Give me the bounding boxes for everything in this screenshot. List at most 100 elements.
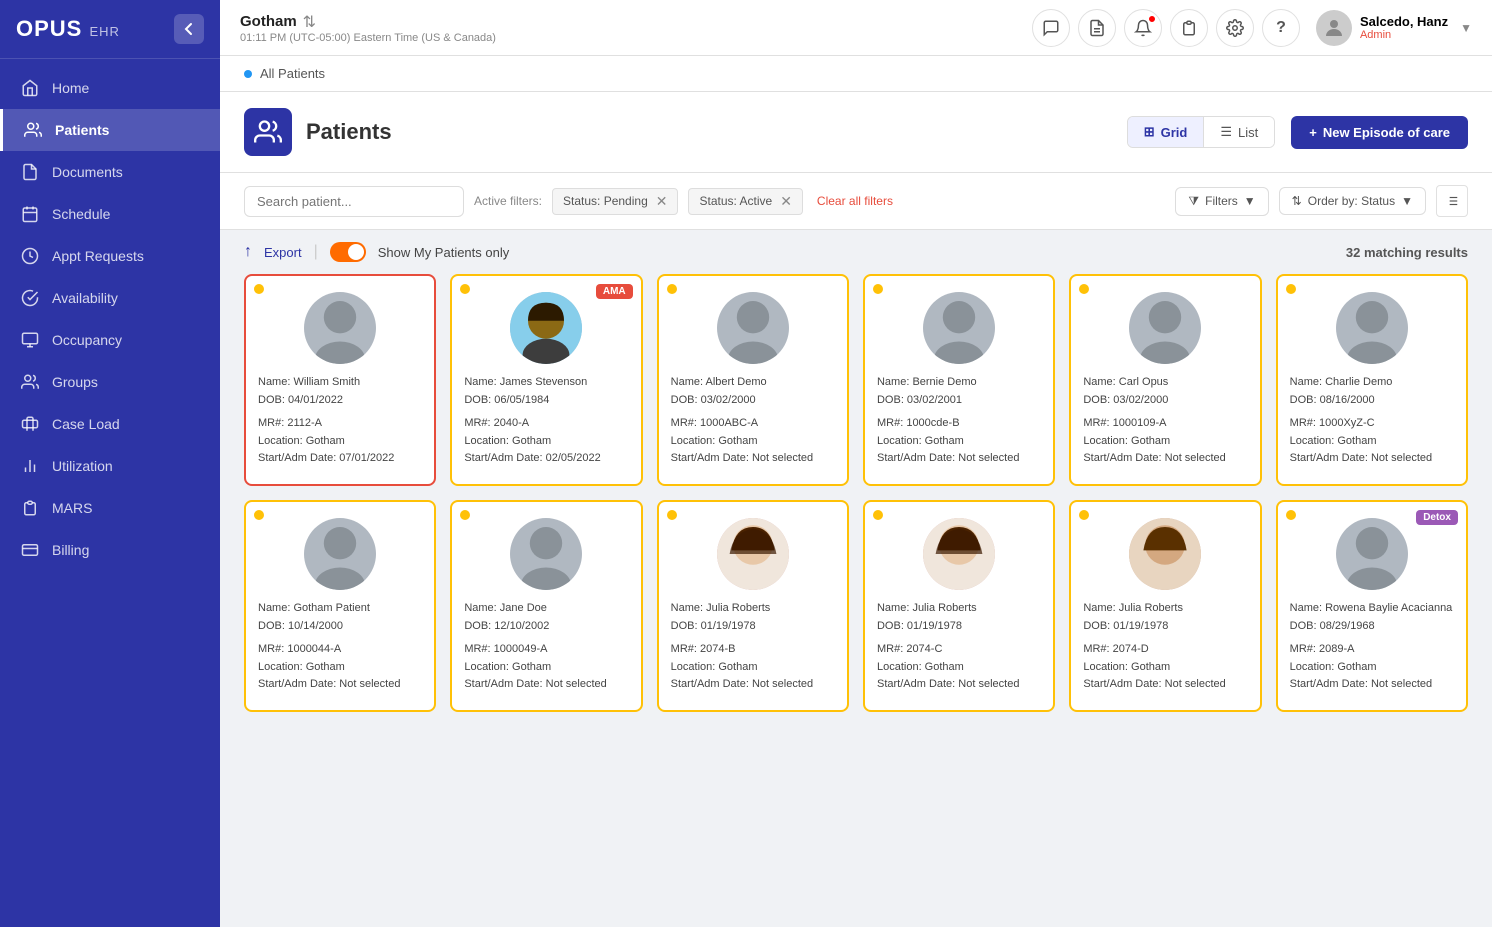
card-status-dot	[667, 510, 677, 520]
sidebar-item-utilization[interactable]: Utilization	[0, 445, 220, 487]
sidebar-item-availability[interactable]: Availability	[0, 277, 220, 319]
filters-button[interactable]: ⧩ Filters ▼	[1175, 187, 1268, 216]
sidebar-item-home[interactable]: Home	[0, 67, 220, 109]
patient-avatar	[510, 518, 582, 590]
settings-button[interactable]	[1216, 9, 1254, 47]
order-label: Order by: Status	[1308, 194, 1395, 208]
location-dropdown-icon[interactable]: ⇅	[303, 12, 316, 32]
notes-button[interactable]	[1078, 9, 1116, 47]
show-my-patients-toggle[interactable]	[330, 242, 366, 262]
patient-avatar	[1336, 292, 1408, 364]
patient-dob: DOB: 06/05/1984	[464, 392, 628, 410]
location-info: Gotham ⇅ 01:11 PM (UTC-05:00) Eastern Ti…	[240, 12, 1032, 44]
sort-button[interactable]	[1436, 185, 1468, 217]
sidebar-item-patients[interactable]: Patients	[0, 109, 220, 151]
patient-info: Name: Albert Demo DOB: 03/02/2000 MR#: 1…	[671, 374, 835, 468]
filter-tag-pending-close[interactable]: ✕	[656, 193, 668, 210]
card-status-dot	[1079, 510, 1089, 520]
patient-avatar	[1129, 292, 1201, 364]
notifications-button[interactable]	[1124, 9, 1162, 47]
export-link[interactable]: Export	[264, 245, 302, 260]
patient-dob: DOB: 03/02/2000	[1083, 392, 1247, 410]
clear-all-filters[interactable]: Clear all filters	[817, 194, 893, 208]
patient-info: Name: Carl Opus DOB: 03/02/2000 MR#: 100…	[1083, 374, 1247, 468]
patients-header: Patients ⊞ Grid ☰ List + New Episode of …	[220, 92, 1492, 173]
avatar	[1316, 10, 1352, 46]
patient-location: Location: Gotham	[877, 433, 1041, 451]
patient-card[interactable]: Name: Gotham Patient DOB: 10/14/2000 MR#…	[244, 500, 436, 712]
patient-dob: DOB: 01/19/1978	[671, 618, 835, 636]
export-bar: ↑ Export | Show My Patients only 32 matc…	[220, 230, 1492, 274]
filters-chevron-icon: ▼	[1244, 194, 1256, 208]
user-details: Salcedo, Hanz Admin	[1360, 14, 1448, 41]
user-menu[interactable]: Salcedo, Hanz Admin ▼	[1316, 10, 1472, 46]
patient-name: Name: Carl Opus	[1083, 374, 1247, 392]
sidebar-item-billing[interactable]: Billing	[0, 529, 220, 571]
patient-info: Name: Julia Roberts DOB: 01/19/1978 MR#:…	[1083, 600, 1247, 694]
chat-button[interactable]	[1032, 9, 1070, 47]
show-my-patients-label: Show My Patients only	[378, 245, 510, 260]
order-icon: ⇅	[1292, 194, 1302, 208]
patient-name: Name: Albert Demo	[671, 374, 835, 392]
sidebar-item-groups-label: Groups	[52, 374, 98, 390]
patient-card[interactable]: Name: Julia Roberts DOB: 01/19/1978 MR#:…	[657, 500, 849, 712]
main-content: Gotham ⇅ 01:11 PM (UTC-05:00) Eastern Ti…	[220, 0, 1492, 927]
sidebar-item-documents[interactable]: Documents	[0, 151, 220, 193]
patient-name: Name: Jane Doe	[464, 600, 628, 618]
patient-name: Name: Rowena Baylie Acacianna	[1290, 600, 1454, 618]
clipboard-button[interactable]	[1170, 9, 1208, 47]
patient-info: Name: William Smith DOB: 04/01/2022 MR#:…	[258, 374, 422, 468]
patient-card[interactable]: AMA Name: James Stevenson DOB: 06/05/198…	[450, 274, 642, 486]
patient-card[interactable]: Name: Carl Opus DOB: 03/02/2000 MR#: 100…	[1069, 274, 1261, 486]
breadcrumb-bar: All Patients	[220, 56, 1492, 92]
patient-card[interactable]: Detox Name: Rowena Baylie Acacianna DOB:…	[1276, 500, 1468, 712]
patient-avatar	[510, 292, 582, 364]
card-status-dot	[460, 510, 470, 520]
logo: OPUS EHR	[16, 16, 120, 42]
sidebar-item-occupancy[interactable]: Occupancy	[0, 319, 220, 361]
patient-dob: DOB: 12/10/2002	[464, 618, 628, 636]
sidebar-item-case-load-label: Case Load	[52, 416, 120, 432]
patient-avatar	[304, 518, 376, 590]
sidebar-item-case-load[interactable]: Case Load	[0, 403, 220, 445]
patient-start-date: Start/Adm Date: Not selected	[1290, 676, 1454, 694]
patient-card[interactable]: Name: Julia Roberts DOB: 01/19/1978 MR#:…	[1069, 500, 1261, 712]
patient-info: Name: Julia Roberts DOB: 01/19/1978 MR#:…	[671, 600, 835, 694]
order-button[interactable]: ⇅ Order by: Status ▼	[1279, 187, 1426, 215]
sidebar-item-appt-requests[interactable]: Appt Requests	[0, 235, 220, 277]
help-button[interactable]: ?	[1262, 9, 1300, 47]
results-count: 32 matching results	[1346, 245, 1468, 260]
patient-location: Location: Gotham	[258, 433, 422, 451]
grid-view-button[interactable]: ⊞ Grid	[1128, 117, 1204, 147]
sidebar-item-schedule[interactable]: Schedule	[0, 193, 220, 235]
filter-icon: ⧩	[1188, 194, 1199, 209]
breadcrumb: All Patients	[260, 66, 325, 81]
filter-tag-active-close[interactable]: ✕	[780, 193, 792, 210]
patient-dob: DOB: 03/02/2001	[877, 392, 1041, 410]
card-status-dot	[254, 284, 264, 294]
patient-avatar	[923, 518, 995, 590]
patient-mr: MR#: 2074-B	[671, 641, 835, 659]
new-episode-button[interactable]: + New Episode of care	[1291, 116, 1468, 149]
patient-card[interactable]: Name: Albert Demo DOB: 03/02/2000 MR#: 1…	[657, 274, 849, 486]
search-input[interactable]	[244, 186, 464, 217]
patient-dob: DOB: 03/02/2000	[671, 392, 835, 410]
sidebar-item-mars[interactable]: MARS	[0, 487, 220, 529]
patient-card[interactable]: Name: Charlie Demo DOB: 08/16/2000 MR#: …	[1276, 274, 1468, 486]
patient-start-date: Start/Adm Date: Not selected	[1290, 450, 1454, 468]
patient-card[interactable]: Name: Bernie Demo DOB: 03/02/2001 MR#: 1…	[863, 274, 1055, 486]
home-icon	[20, 78, 40, 98]
list-view-button[interactable]: ☰ List	[1204, 117, 1274, 147]
patient-start-date: Start/Adm Date: Not selected	[1083, 450, 1247, 468]
patients-icon	[23, 120, 43, 140]
patient-card[interactable]: Name: William Smith DOB: 04/01/2022 MR#:…	[244, 274, 436, 486]
back-button[interactable]	[174, 14, 204, 44]
sidebar-item-groups[interactable]: Groups	[0, 361, 220, 403]
patient-card[interactable]: Name: Jane Doe DOB: 12/10/2002 MR#: 1000…	[450, 500, 642, 712]
patient-card[interactable]: Name: Julia Roberts DOB: 01/19/1978 MR#:…	[863, 500, 1055, 712]
patient-mr: MR#: 2089-A	[1290, 641, 1454, 659]
card-status-dot	[873, 284, 883, 294]
sidebar-item-home-label: Home	[52, 80, 89, 96]
card-status-dot	[254, 510, 264, 520]
patient-location: Location: Gotham	[1083, 659, 1247, 677]
